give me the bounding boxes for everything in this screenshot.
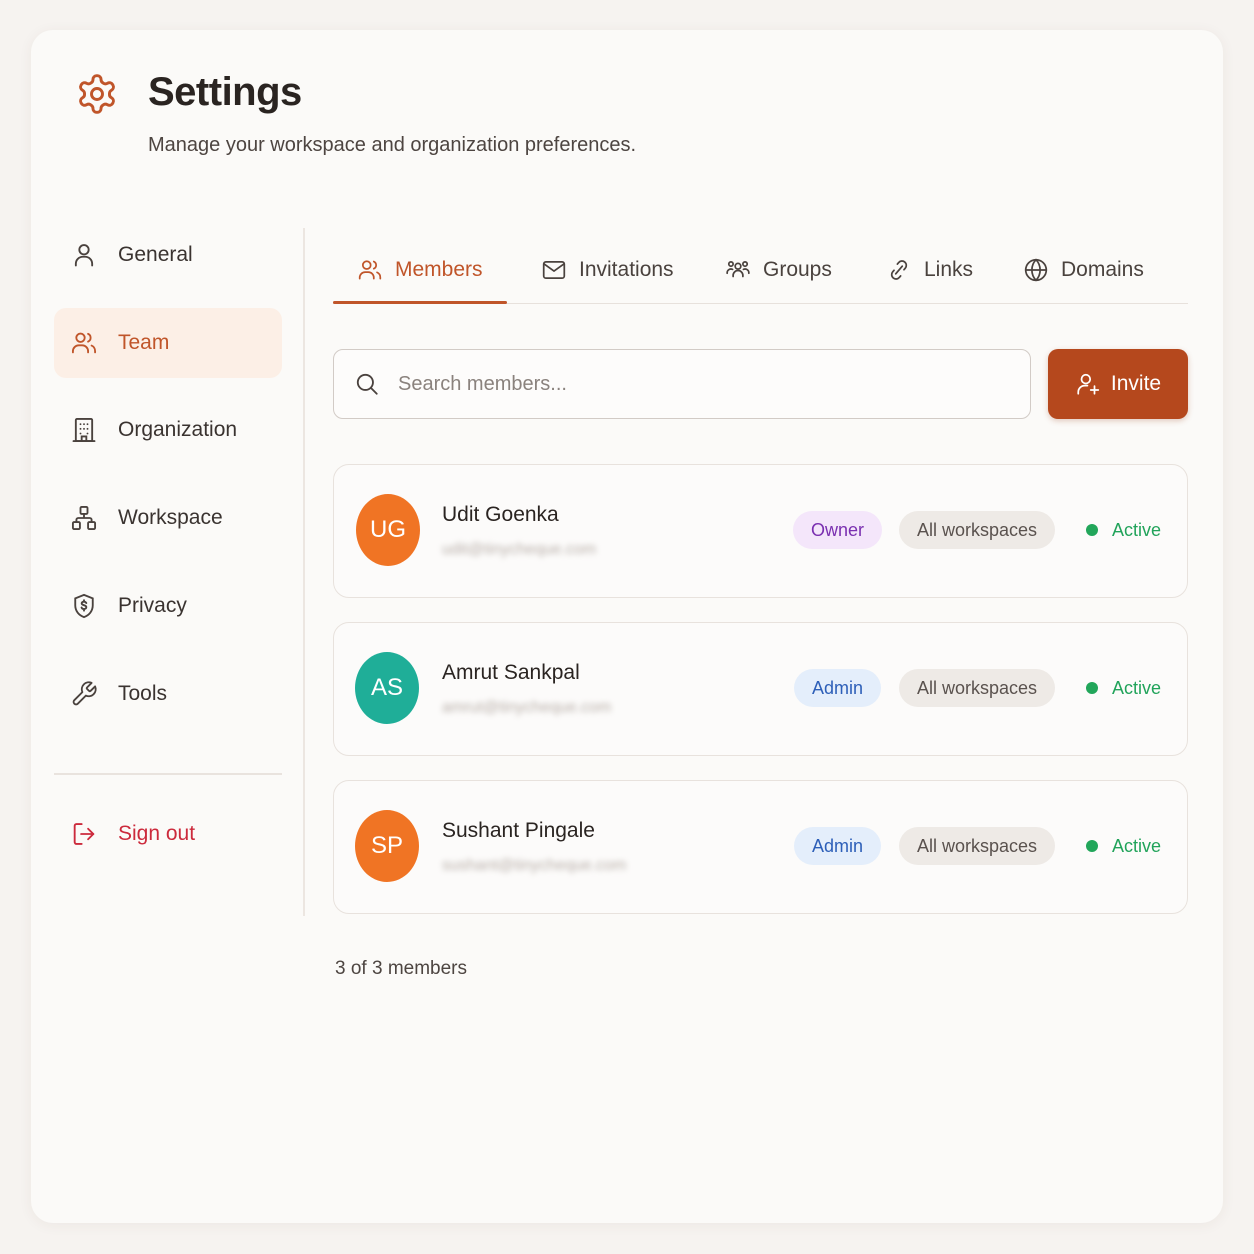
- tab-bar: Members Invitations Groups Links Domains: [333, 236, 1188, 304]
- status-dot: [1086, 840, 1098, 852]
- users-icon: [71, 332, 97, 354]
- group-icon: [726, 261, 750, 278]
- sidebar-item-tools[interactable]: Tools: [54, 659, 282, 729]
- sidebar-item-label: Team: [118, 331, 170, 354]
- avatar: UG: [356, 494, 420, 566]
- tab-groups[interactable]: Groups: [725, 236, 832, 304]
- role-badge: Admin: [794, 669, 882, 707]
- tab-label: Domains: [1061, 258, 1144, 281]
- role-badge: Admin: [794, 827, 882, 865]
- tab-label: Links: [924, 258, 974, 281]
- tab-label: Groups: [763, 258, 832, 281]
- sidebar-item-label: Privacy: [118, 594, 187, 617]
- status-dot: [1086, 524, 1098, 536]
- link-icon: [890, 260, 908, 280]
- user-icon: [74, 244, 94, 267]
- tab-label: Invitations: [579, 258, 674, 281]
- role-badge: Owner: [793, 511, 883, 549]
- page-subtitle: Manage your workspace and organization p…: [148, 134, 637, 156]
- sidebar-item-label: General: [118, 243, 193, 266]
- sidebar-item-general[interactable]: General: [54, 220, 282, 290]
- member-name: Amrut Sankpal: [442, 661, 580, 684]
- member-email: udit@tinycheque.com: [442, 541, 597, 558]
- status-label: Active: [1112, 519, 1162, 540]
- status-badge: Active: [1086, 827, 1161, 865]
- member-name: Udit Goenka: [442, 503, 559, 526]
- status-dot: [1086, 682, 1098, 694]
- avatar: SP: [355, 810, 419, 882]
- tab-domains[interactable]: Domains: [1023, 236, 1144, 304]
- member-name: Sushant Pingale: [442, 819, 595, 842]
- wrench-icon: [72, 681, 97, 706]
- logout-icon: [73, 823, 95, 845]
- page-title: Settings: [148, 70, 302, 114]
- globe-icon: [1024, 258, 1048, 282]
- gear-icon: [79, 74, 115, 114]
- tab-members[interactable]: Members: [357, 236, 483, 304]
- member-row[interactable]: AS Amrut Sankpal amrut@tinycheque.com Ad…: [333, 622, 1188, 756]
- member-row[interactable]: SP Sushant Pingale sushant@tinycheque.co…: [333, 780, 1188, 914]
- member-row[interactable]: UG Udit Goenka udit@tinycheque.com Owner…: [333, 464, 1188, 598]
- sidebar-item-label: Workspace: [118, 506, 223, 529]
- sign-out-label: Sign out: [118, 822, 196, 845]
- sidebar-item-label: Organization: [118, 418, 238, 441]
- member-email: sushant@tinycheque.com: [442, 857, 627, 874]
- member-email: amrut@tinycheque.com: [442, 699, 612, 716]
- tab-links[interactable]: Links: [886, 236, 973, 304]
- sidebar-item-label: Tools: [118, 682, 168, 705]
- scope-badge: All workspaces: [899, 827, 1056, 865]
- scope-badge: All workspaces: [899, 511, 1056, 549]
- user-plus-icon: [1077, 373, 1100, 395]
- status-label: Active: [1112, 835, 1162, 856]
- invite-button[interactable]: Invite: [1048, 349, 1188, 419]
- sidebar-item-privacy[interactable]: Privacy: [54, 571, 282, 641]
- network-icon: [71, 505, 97, 531]
- sidebar-divider: [54, 773, 282, 775]
- invite-label: Invite: [1110, 372, 1162, 395]
- status-label: Active: [1112, 677, 1162, 698]
- scope-badge: All workspaces: [899, 669, 1056, 707]
- tab-invitations[interactable]: Invitations: [541, 236, 674, 304]
- tab-label: Members: [395, 258, 483, 281]
- settings-card: Settings Manage your workspace and organ…: [31, 30, 1223, 1223]
- sign-out-button[interactable]: Sign out: [54, 799, 282, 869]
- users-icon: [358, 260, 382, 280]
- avatar: AS: [355, 652, 419, 724]
- vertical-divider: [303, 228, 305, 916]
- member-count: 3 of 3 members: [335, 958, 467, 979]
- building-icon: [72, 417, 96, 443]
- search-box: [333, 349, 1031, 419]
- search-icon: [356, 373, 378, 395]
- shield-icon: [74, 593, 94, 619]
- active-tab-indicator: [333, 301, 507, 304]
- sidebar-item-organization[interactable]: Organization: [54, 395, 282, 465]
- mail-icon: [542, 261, 566, 279]
- search-input[interactable]: [398, 372, 998, 396]
- status-badge: Active: [1086, 511, 1161, 549]
- sidebar-item-team[interactable]: Team: [54, 308, 282, 378]
- sidebar-item-workspace[interactable]: Workspace: [54, 483, 282, 553]
- status-badge: Active: [1086, 669, 1161, 707]
